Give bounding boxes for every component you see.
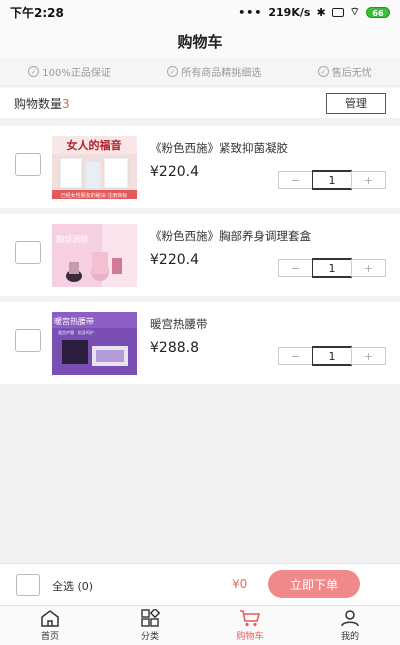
- sim-icon: [331, 7, 344, 17]
- tab-profile[interactable]: 我的: [300, 606, 400, 645]
- product-image-subtext: 暖宫护腰 · 贴身呵护: [58, 329, 94, 335]
- product-price: ¥220.4: [150, 252, 199, 268]
- manage-button[interactable]: 管理: [326, 92, 386, 114]
- page-header: 购物车: [0, 24, 400, 58]
- select-all-checkbox[interactable]: [16, 574, 40, 596]
- page-title: 购物车: [177, 32, 223, 51]
- quantity-value[interactable]: 1: [312, 170, 352, 190]
- battery-icon: 66: [366, 6, 390, 18]
- select-all-label[interactable]: 全选 (0): [52, 578, 93, 594]
- status-indicators: ••• 219K/s ✱ ⌔ 66: [238, 5, 390, 19]
- tab-cart[interactable]: 购物车: [200, 606, 300, 645]
- product-image-graphic: 胸部调理: [52, 224, 137, 287]
- cart-count-label: 购物数量: [14, 96, 63, 111]
- increment-button[interactable]: +: [351, 347, 386, 365]
- product-image[interactable]: 女人的福音 已经女性朋友的秘诀·注册商标: [52, 136, 137, 199]
- check-circle-icon: ✓: [317, 66, 329, 77]
- product-image-text: 女人的福音: [67, 138, 122, 152]
- tab-home[interactable]: 首页: [0, 606, 100, 645]
- item-checkbox[interactable]: [15, 153, 41, 176]
- check-circle-icon: ✓: [167, 66, 179, 77]
- network-speed: 219K/s: [268, 5, 311, 19]
- cart-count-row: 购物数量3 管理: [0, 88, 400, 118]
- quantity-value[interactable]: 1: [312, 258, 352, 278]
- product-price: ¥220.4: [150, 164, 199, 180]
- quantity-value[interactable]: 1: [312, 346, 352, 366]
- wifi-icon: ⌔: [349, 5, 360, 18]
- guarantee-item: ✓ 所有商品精挑细选: [167, 64, 261, 79]
- tab-label: 我的: [340, 632, 359, 642]
- category-icon: [141, 609, 161, 627]
- product-image[interactable]: 暖宫热腰带 暖宫护腰 · 贴身呵护: [52, 312, 137, 375]
- increment-button[interactable]: +: [351, 171, 386, 189]
- product-title[interactable]: 《粉色西施》胸部养身调理套盒: [150, 228, 311, 244]
- bottom-tab-bar: 首页 分类 购物车 我的: [0, 605, 400, 645]
- product-image-subtext: 已经女性朋友的秘诀·注册商标: [61, 192, 128, 199]
- product-image-text: 胸部调理: [56, 234, 88, 244]
- cart-item: 胸部调理 《粉色西施》胸部养身调理套盒 ¥220.4 − 1 +: [0, 214, 400, 296]
- cart-item: 女人的福音 已经女性朋友的秘诀·注册商标 《粉色西施》紧致抑菌凝胶 ¥220.4…: [0, 126, 400, 208]
- cart-count: 购物数量3: [14, 95, 70, 112]
- checkout-bar: 全选 (0) ¥0 立即下单: [0, 563, 400, 605]
- product-title[interactable]: 暖宫热腰带: [150, 316, 208, 332]
- home-icon: [41, 610, 59, 627]
- guarantee-label: 所有商品精挑细选: [181, 68, 262, 79]
- tab-label: 购物车: [236, 632, 264, 642]
- product-image-text: 暖宫热腰带: [54, 316, 94, 326]
- cart-item: 暖宫热腰带 暖宫护腰 · 贴身呵护 暖宫热腰带 ¥288.8 − 1 +: [0, 302, 400, 384]
- total-amount: ¥0: [232, 577, 248, 591]
- increment-button[interactable]: +: [351, 259, 386, 277]
- quantity-stepper: − 1 +: [278, 346, 386, 366]
- product-price: ¥288.8: [150, 340, 199, 356]
- quantity-stepper: − 1 +: [278, 170, 386, 190]
- decrement-button[interactable]: −: [278, 259, 313, 277]
- guarantee-item: ✓ 100%正品保证: [28, 64, 111, 79]
- item-checkbox[interactable]: [15, 329, 41, 352]
- item-checkbox[interactable]: [15, 241, 41, 264]
- tab-category[interactable]: 分类: [100, 606, 200, 645]
- check-circle-icon: ✓: [28, 66, 40, 77]
- status-time: 下午2:28: [10, 5, 64, 20]
- guarantee-label: 100%正品保证: [42, 68, 111, 79]
- quantity-stepper: − 1 +: [278, 258, 386, 278]
- bluetooth-icon: ✱: [316, 5, 326, 19]
- product-title[interactable]: 《粉色西施》紧致抑菌凝胶: [150, 140, 288, 156]
- product-image-graphic: 暖宫热腰带 暖宫护腰 · 贴身呵护: [52, 312, 137, 375]
- guarantee-label: 售后无忧: [331, 68, 372, 79]
- status-bar: 下午2:28 ••• 219K/s ✱ ⌔ 66: [0, 0, 400, 24]
- more-dots-icon: •••: [238, 5, 263, 19]
- decrement-button[interactable]: −: [278, 347, 313, 365]
- guarantee-item: ✓ 售后无忧: [317, 64, 372, 79]
- tab-label: 首页: [40, 632, 59, 642]
- place-order-button[interactable]: 立即下单: [268, 570, 360, 598]
- decrement-button[interactable]: −: [278, 171, 313, 189]
- tab-label: 分类: [140, 632, 159, 642]
- cart-icon: [240, 610, 261, 627]
- cart-count-value: 3: [62, 96, 70, 111]
- product-image[interactable]: 胸部调理: [52, 224, 137, 287]
- guarantee-strip: ✓ 100%正品保证 ✓ 所有商品精挑细选 ✓ 售后无忧: [0, 58, 400, 86]
- profile-icon: [341, 610, 359, 627]
- product-image-graphic: 女人的福音 已经女性朋友的秘诀·注册商标: [52, 136, 137, 199]
